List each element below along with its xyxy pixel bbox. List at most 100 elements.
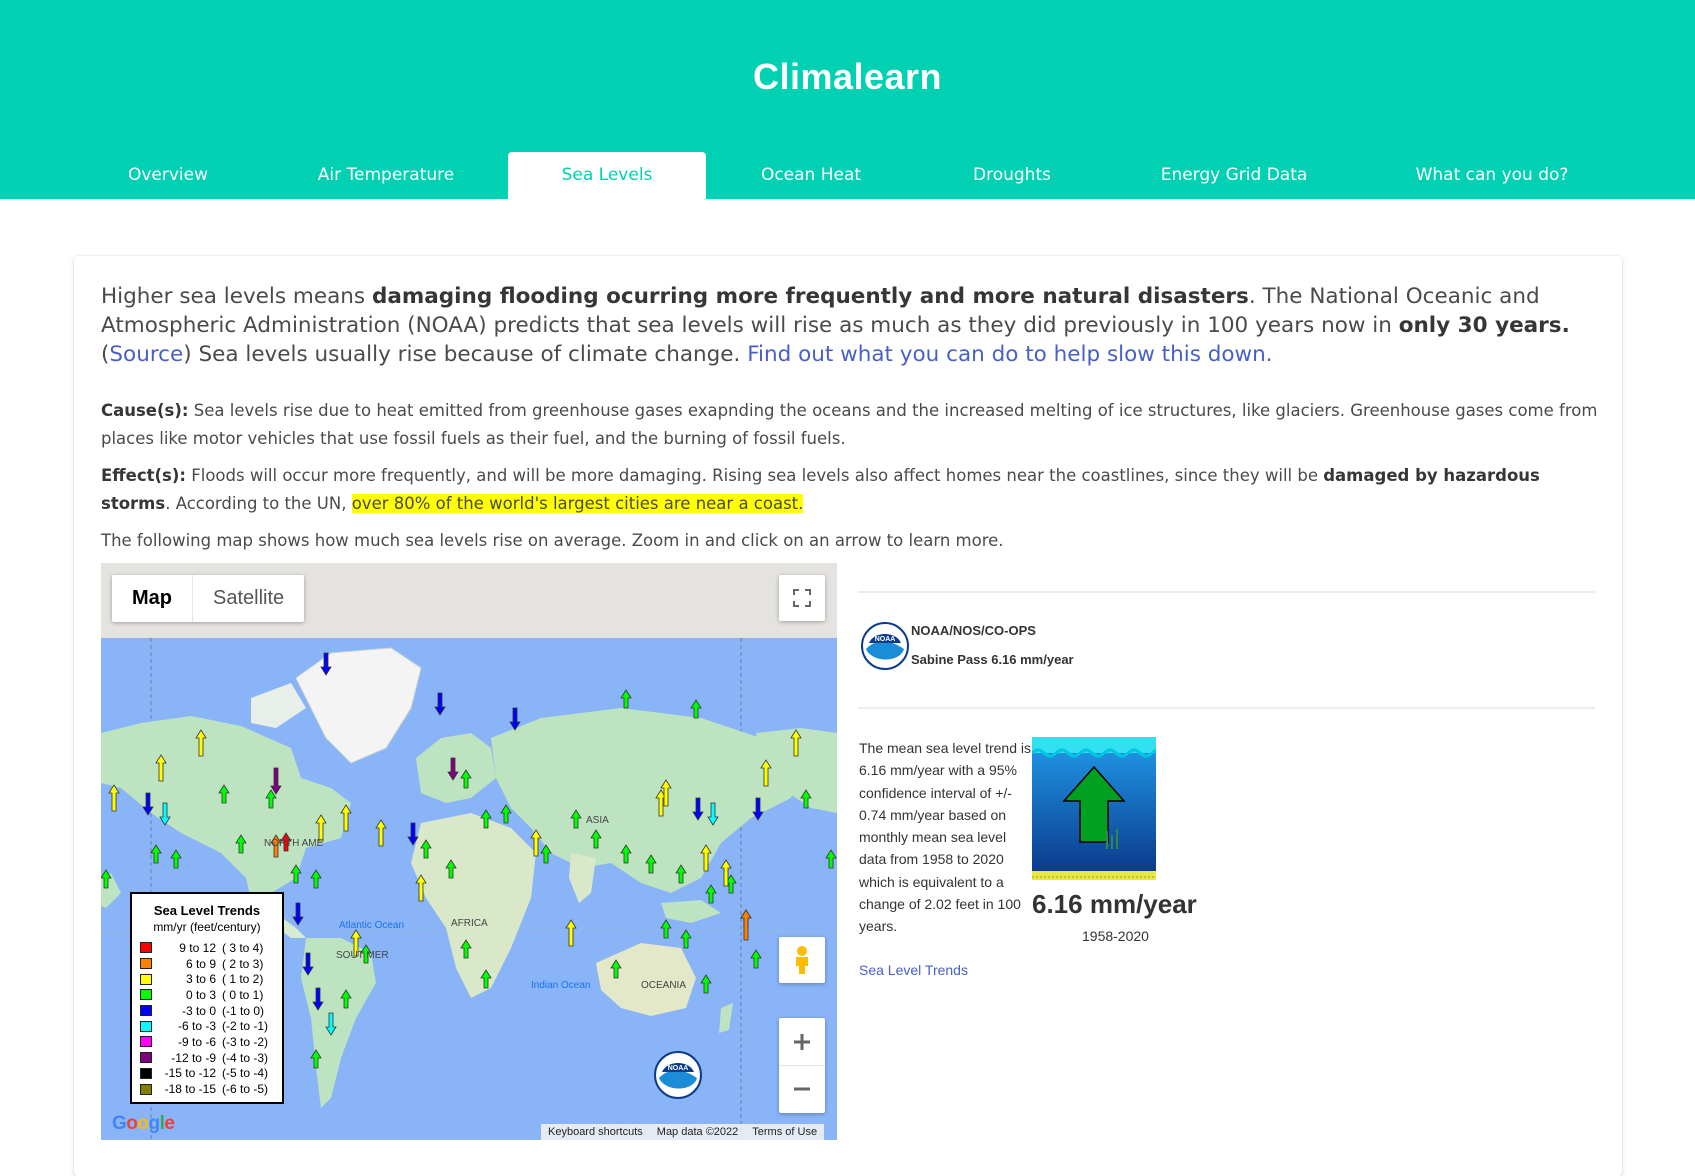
legend-range: -15 to -12 [164, 1066, 216, 1081]
minus-icon [794, 1087, 810, 1091]
legend-swatch [140, 1005, 152, 1017]
legend-range: -18 to -15 [164, 1082, 216, 1097]
map-type-control: Map Satellite [112, 575, 305, 622]
google-logo[interactable]: Google [112, 1113, 175, 1135]
legend-range: 9 to 12 [179, 940, 216, 955]
effects-text: . According to the UN, [165, 494, 352, 513]
zoom-control [779, 1018, 825, 1113]
causes-label: Cause(s): [101, 401, 189, 420]
lead-emphasis: only 30 years. [1398, 313, 1570, 338]
map-type-map-button[interactable]: Map [112, 575, 193, 622]
legend-range: 0 to 3 [185, 987, 216, 1002]
legend-title: Sea Level Trends [153, 903, 261, 918]
highlighted-fact: over 80% of the world's largest cities a… [351, 494, 804, 513]
station-org: NOAA/NOS/CO-OPS [911, 623, 1036, 638]
map-data-text: Map data ©2022 [656, 1126, 739, 1138]
divider [858, 591, 1595, 593]
legend-swatch [140, 989, 152, 1001]
divider [858, 707, 1595, 709]
effects-label: Effect(s): [101, 466, 186, 485]
legend-range: -12 to -9 [171, 1050, 216, 1065]
effects-text: Floods will occur more frequently, and w… [186, 466, 1324, 485]
legend-swatch [140, 1052, 152, 1064]
label-oceania: OCEANIA [641, 980, 686, 991]
legend-feet: (-6 to -5) [222, 1082, 269, 1097]
label-north-america: NORTH AME [264, 838, 324, 849]
plus-icon [794, 1033, 810, 1050]
legend-row: -9 to -6 (-3 to -2) [132, 1034, 282, 1050]
tab-what-can-you-do[interactable]: What can you do? [1404, 152, 1580, 199]
lead-emphasis: damaging flooding ocurring more frequent… [371, 284, 1249, 309]
lead-text: ) Sea levels usually rise because of cli… [183, 342, 748, 367]
label-south-america: SOUT MER [336, 950, 389, 961]
noaa-logo: NOAA [861, 622, 909, 670]
tab-energy-grid-data[interactable]: Energy Grid Data [1154, 152, 1314, 199]
legend-row: 9 to 12 ( 3 to 4) [132, 940, 282, 956]
legend-row: -15 to -12 (-5 to -4) [132, 1066, 282, 1082]
label-indian: Indian Ocean [531, 980, 591, 991]
trend-description: The mean sea level trend is 6.16 mm/year… [859, 740, 1031, 935]
tab-overview[interactable]: Overview [112, 152, 224, 199]
site-title[interactable]: Climalearn [0, 56, 1695, 98]
legend-swatch [140, 1020, 152, 1032]
legend-swatch [140, 942, 152, 954]
tab-ocean-heat[interactable]: Ocean Heat [752, 152, 870, 199]
zoom-out-button[interactable] [779, 1066, 825, 1113]
label-asia: ASIA [586, 815, 609, 826]
legend-feet: (-1 to 0) [222, 1003, 265, 1018]
keyboard-shortcuts-link[interactable]: Keyboard shortcuts [541, 1126, 650, 1138]
fullscreen-button[interactable] [779, 575, 825, 621]
legend-feet: ( 1 to 2) [222, 972, 264, 987]
sea-rise-graphic [1032, 737, 1156, 880]
legend-row: 3 to 6 ( 1 to 2) [132, 971, 282, 987]
legend-feet: ( 0 to 1) [222, 987, 264, 1002]
legend-range: -6 to -3 [177, 1019, 216, 1034]
tab-air-temperature[interactable]: Air Temperature [306, 152, 466, 199]
legend-row: -3 to 0 (-1 to 0) [132, 1003, 282, 1019]
noaa-map-logo: NOAA [654, 1051, 702, 1099]
legend-swatch [140, 1067, 152, 1079]
legend-range: -9 to -6 [177, 1034, 216, 1049]
pegman-icon [796, 946, 808, 974]
sea-level-rate: 6.16 mm/year [1032, 889, 1197, 919]
pegman-button[interactable] [779, 937, 825, 983]
legend-feet: ( 3 to 4) [222, 940, 264, 955]
legend-swatch [140, 1036, 152, 1048]
legend-feet: (-5 to -4) [222, 1066, 269, 1081]
legend-row: -6 to -3 (-2 to -1) [132, 1018, 282, 1034]
legend-swatch [140, 1083, 152, 1095]
terms-of-use-link[interactable]: Terms of Use [745, 1126, 824, 1138]
data-years: 1958-2020 [1082, 928, 1149, 944]
legend-feet: (-4 to -3) [222, 1050, 269, 1065]
sea-level-trends-link[interactable]: Sea Level Trends [859, 962, 968, 978]
sea-level-legend: Sea Level Trends mm/yr (feet/century) 9 … [130, 892, 284, 1104]
main-tabs: Overview Air Temperature Sea Levels Ocea… [0, 152, 1695, 199]
legend-row: -12 to -9 (-4 to -3) [132, 1050, 282, 1066]
lead-text: Higher sea levels means [101, 284, 372, 309]
help-link[interactable]: Find out what you can do to help slow th… [747, 342, 1272, 367]
tab-droughts[interactable]: Droughts [958, 152, 1066, 199]
site-header: Climalearn Overview Air Temperature Sea … [0, 0, 1695, 199]
label-atlantic: Atlantic Ocean [339, 920, 404, 931]
zoom-in-button[interactable] [779, 1019, 825, 1066]
sea-level-map[interactable]: NORTH AME Atlantic Ocean AFRICA ASIA Ind… [101, 563, 837, 1140]
fullscreen-icon [793, 589, 811, 607]
legend-row: 0 to 3 ( 0 to 1) [132, 987, 282, 1003]
tab-sea-levels[interactable]: Sea Levels [508, 152, 706, 199]
legend-swatch [140, 958, 152, 970]
legend-range: 3 to 6 [185, 972, 216, 987]
legend-row: -18 to -15 (-6 to -5) [132, 1081, 282, 1097]
map-footer: Keyboard shortcuts Map data ©2022 Terms … [541, 1124, 825, 1140]
legend-subtitle: mm/yr (feet/century) [153, 920, 261, 934]
causes-paragraph: Cause(s): Sea levels rise due to heat em… [101, 397, 1601, 453]
map-type-satellite-button[interactable]: Satellite [193, 575, 304, 622]
legend-swatch [140, 973, 152, 985]
label-africa: AFRICA [451, 918, 488, 929]
legend-feet: ( 2 to 3) [222, 956, 264, 971]
legend-feet: (-3 to -2) [222, 1034, 269, 1049]
station-name: Sabine Pass 6.16 mm/year [911, 652, 1074, 667]
legend-feet: (-2 to -1) [222, 1019, 269, 1034]
legend-range: 6 to 9 [185, 956, 216, 971]
source-link[interactable]: Source [109, 342, 183, 367]
causes-text: Sea levels rise due to heat emitted from… [101, 401, 1598, 448]
